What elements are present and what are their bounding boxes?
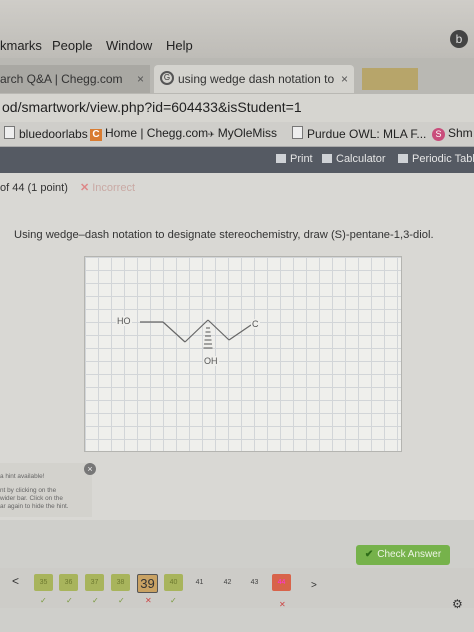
hint-line: ar again to hide the hint. xyxy=(0,503,69,510)
hint-line: wider bar. Click on the xyxy=(0,495,63,502)
check-icon: ✓ xyxy=(40,596,47,605)
calculator-button[interactable]: Calculator xyxy=(322,153,386,165)
page-icon xyxy=(292,126,303,139)
x-icon: ✕ xyxy=(80,182,90,194)
question-nav-40[interactable]: 40 xyxy=(164,574,183,591)
status-app-icon[interactable]: b xyxy=(450,30,468,48)
bond[interactable] xyxy=(162,321,186,343)
question-nav-35[interactable]: 35 xyxy=(34,574,53,591)
close-icon[interactable]: × xyxy=(341,65,348,93)
question-nav-41[interactable]: 41 xyxy=(190,574,209,591)
printer-icon xyxy=(276,154,286,163)
table-icon xyxy=(398,154,408,163)
hint-close-icon[interactable]: × xyxy=(84,463,96,475)
molecule-drawing xyxy=(140,319,252,349)
bookmark-shm[interactable]: S Shm xyxy=(432,126,473,141)
bookmark-myolemiss[interactable]: ✈ MyOleMiss xyxy=(208,126,277,140)
question-prompt: Using wedge–dash notation to designate s… xyxy=(14,229,434,241)
checkmark-icon: ✔ xyxy=(364,549,374,560)
menu-bookmarks[interactable]: kmarks xyxy=(0,38,42,53)
question-progress: of 44 (1 point) xyxy=(0,182,68,194)
bond[interactable] xyxy=(184,319,209,343)
question-nav-36[interactable]: 36 xyxy=(59,574,78,591)
periodic-table-button[interactable]: Periodic Tabl xyxy=(398,153,474,165)
menu-help[interactable]: Help xyxy=(166,38,193,53)
menu-window[interactable]: Window xyxy=(106,38,152,53)
check-answer-button[interactable]: ✔ Check Answer xyxy=(356,545,450,565)
tab-google-search[interactable]: G using wedge dash notation to × xyxy=(154,65,354,93)
s-icon: S xyxy=(432,128,445,141)
check-icon: ✓ xyxy=(170,596,177,605)
nav-prev-button[interactable]: < xyxy=(12,574,19,588)
close-icon[interactable]: × xyxy=(137,65,144,93)
check-icon: ✓ xyxy=(118,596,125,605)
new-tab-area[interactable] xyxy=(362,68,418,90)
bookmark-chegg-home[interactable]: C Home | Chegg.com xyxy=(90,126,208,141)
menu-bar: kmarks People Window Help xyxy=(0,0,474,58)
google-icon: G xyxy=(160,71,174,85)
print-button[interactable]: Print xyxy=(276,153,313,165)
atom-ho[interactable]: HO xyxy=(116,316,132,326)
hint-line: a hint available! xyxy=(0,473,45,480)
question-nav-38[interactable]: 38 xyxy=(111,574,130,591)
atom-oh[interactable]: OH xyxy=(203,356,219,366)
olemiss-icon: ✈ xyxy=(208,130,215,139)
menu-people[interactable]: People xyxy=(52,38,92,53)
question-nav-39[interactable]: 39 xyxy=(137,574,158,593)
atom-c[interactable]: C xyxy=(251,319,260,329)
address-bar[interactable]: od/smartwork/view.php?id=604433&isStuden… xyxy=(0,94,474,122)
hint-panel[interactable]: a hint available! nt by clicking on the … xyxy=(0,463,92,517)
x-icon: ✕ xyxy=(279,600,286,609)
page-icon xyxy=(4,126,15,139)
question-nav-37[interactable]: 37 xyxy=(85,574,104,591)
bookmark-purdue-owl[interactable]: Purdue OWL: MLA F... xyxy=(292,126,426,141)
bond[interactable] xyxy=(207,319,230,341)
bookmarks-bar: bluedoorlabs C Home | Chegg.com ✈ MyOleMis… xyxy=(0,122,474,147)
tab-chegg-qa[interactable]: arch Q&A | Chegg.com × xyxy=(0,65,150,93)
tools-toolbar: Print Calculator Periodic Tabl xyxy=(0,147,474,173)
question-nav-43[interactable]: 43 xyxy=(245,574,264,591)
hint-line: nt by clicking on the xyxy=(0,487,57,494)
check-icon: ✓ xyxy=(92,596,99,605)
url-text: od/smartwork/view.php?id=604433&isStuden… xyxy=(2,99,302,115)
hashed-wedge-bond[interactable] xyxy=(203,327,213,349)
chegg-icon: C xyxy=(90,129,102,141)
tab-title: using wedge dash notation to xyxy=(178,72,335,86)
calculator-icon xyxy=(322,154,332,163)
settings-icon[interactable]: ⚙ xyxy=(452,597,463,611)
question-nav-42[interactable]: 42 xyxy=(218,574,237,591)
bookmark-bluedoorlabs[interactable]: bluedoorlabs xyxy=(4,126,88,141)
nav-next-button[interactable]: > xyxy=(311,580,317,591)
check-icon: ✓ xyxy=(66,596,73,605)
bond[interactable] xyxy=(228,324,252,341)
tab-title: arch Q&A | Chegg.com xyxy=(0,72,123,86)
x-icon: ✕ xyxy=(145,596,152,605)
question-nav-44[interactable]: 44 xyxy=(272,574,291,591)
status-badge: ✕ Incorrect xyxy=(80,182,136,194)
